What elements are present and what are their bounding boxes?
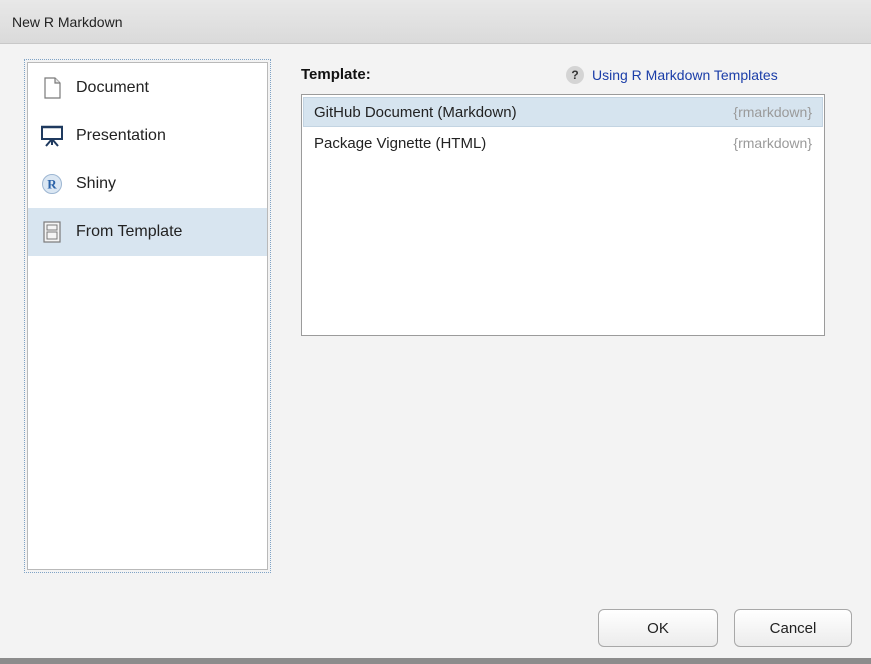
template-row[interactable]: Package Vignette (HTML) {rmarkdown} [303,128,823,158]
template-row[interactable]: GitHub Document (Markdown) {rmarkdown} [303,97,823,127]
window-title: New R Markdown [12,14,123,30]
bottom-edge [0,658,871,664]
template-icon [40,220,64,244]
template-name: Package Vignette (HTML) [314,134,487,152]
type-item-label: Document [76,79,149,96]
svg-text:R: R [47,177,57,192]
help-link-text[interactable]: Using R Markdown Templates [592,67,778,83]
type-item-label: Presentation [76,127,166,144]
type-item-document[interactable]: Document [28,64,267,112]
type-item-shiny[interactable]: R Shiny [28,160,267,208]
templates-help-link[interactable]: ? Using R Markdown Templates [566,66,778,84]
document-type-list[interactable]: Document Presentation R Shiny From Templ… [24,59,271,573]
presentation-icon [40,124,64,148]
title-bar: New R Markdown [0,0,871,44]
ok-button[interactable]: OK [598,609,718,647]
template-list[interactable]: GitHub Document (Markdown) {rmarkdown} P… [301,94,825,336]
type-item-label: From Template [76,223,183,240]
type-item-from-template[interactable]: From Template [28,208,267,256]
type-item-presentation[interactable]: Presentation [28,112,267,160]
template-heading: Template: [301,66,371,83]
type-item-label: Shiny [76,175,117,192]
template-package: {rmarkdown} [733,135,812,151]
cancel-button[interactable]: Cancel [734,609,852,647]
template-name: GitHub Document (Markdown) [314,103,517,121]
document-icon [40,76,64,100]
template-package: {rmarkdown} [733,104,812,120]
shiny-r-icon: R [40,172,64,196]
help-icon: ? [566,66,584,84]
